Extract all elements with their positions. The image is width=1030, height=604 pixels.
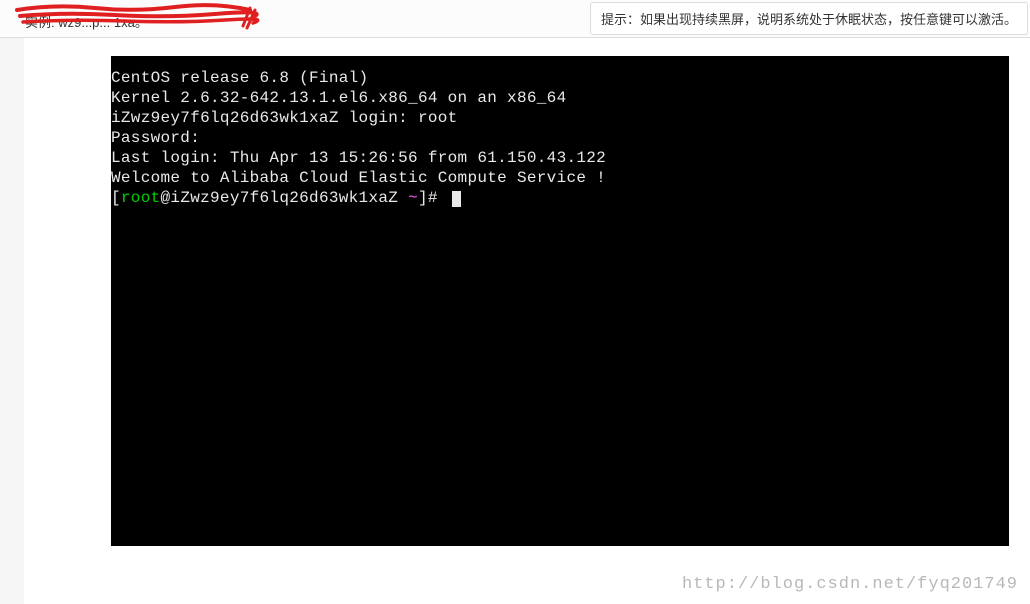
prompt-user: root: [121, 189, 161, 207]
terminal-prompt-line: [root@iZwz9ey7f6lq26d63wk1xaZ ~]#: [111, 188, 1009, 208]
terminal-line: Kernel 2.6.32-642.13.1.el6.x86_64 on an …: [111, 88, 1009, 108]
prompt-end: ]#: [418, 189, 448, 207]
prompt-tilde: ~: [408, 189, 418, 207]
terminal-line: Welcome to Alibaba Cloud Elastic Compute…: [111, 168, 1009, 188]
header-left: 实例: wz9...p... 1xa。: [20, 4, 250, 34]
hint-message: 提示：如果出现持续黑屏，说明系统处于休眠状态，按任意键可以激活。: [590, 2, 1028, 35]
terminal-line: CentOS release 6.8 (Final): [111, 68, 1009, 88]
terminal-line: Password:: [111, 128, 1009, 148]
terminal-cursor-icon: [452, 191, 461, 207]
terminal-line: Last login: Thu Apr 13 15:26:56 from 61.…: [111, 148, 1009, 168]
instance-label: 实例: wz9...p... 1xa。: [25, 12, 148, 31]
terminal-line: iZwz9ey7f6lq26d63wk1xaZ login: root: [111, 108, 1009, 128]
header-bar: 实例: wz9...p... 1xa。 提示：如果出现持续黑屏，说明系统处于休眠…: [0, 0, 1030, 38]
content-area: CentOS release 6.8 (Final) Kernel 2.6.32…: [24, 38, 1030, 604]
prompt-host: @iZwz9ey7f6lq26d63wk1xaZ: [161, 189, 409, 207]
terminal-console[interactable]: CentOS release 6.8 (Final) Kernel 2.6.32…: [111, 56, 1009, 546]
prompt-bracket: [: [111, 189, 121, 207]
watermark-url: http://blog.csdn.net/fyq201749: [682, 575, 1018, 594]
